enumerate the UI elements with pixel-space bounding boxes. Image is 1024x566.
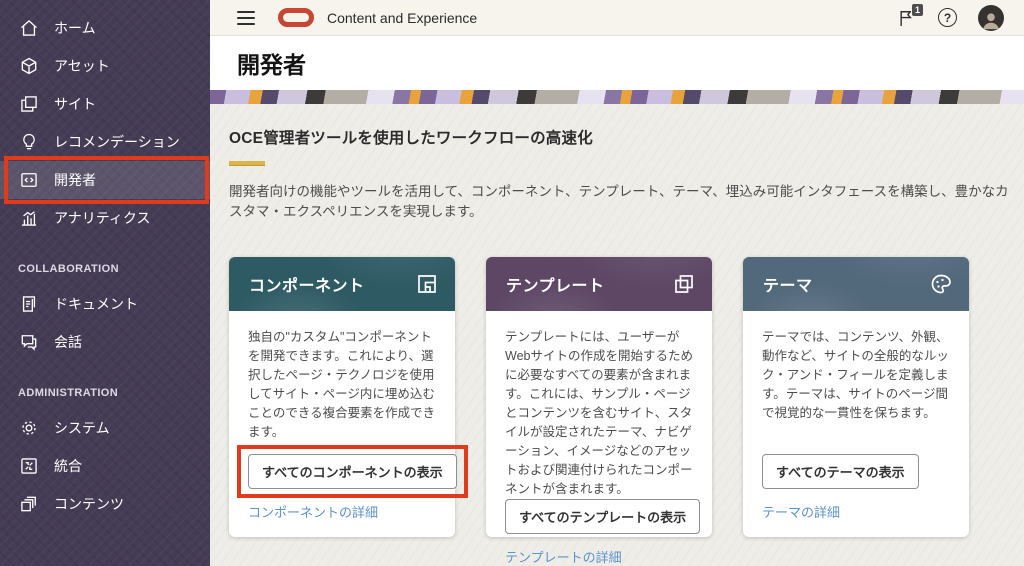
themes-details-link[interactable]: テーマの詳細 (762, 502, 953, 521)
content-area: OCE管理者ツールを使用したワークフローの高速化 開発者向けの機能やツールを活用… (210, 104, 1024, 566)
templates-details-link[interactable]: テンプレートの詳細 (505, 547, 696, 566)
sidebar-main-nav: ホーム アセット サイト レコメンデーション 開発者 (0, 9, 210, 523)
sidebar-section-administration: ADMINISTRATION (0, 387, 210, 399)
sidebar-section-collaboration: COLLABORATION (0, 263, 210, 275)
sidebar-item-system[interactable]: システム (0, 409, 210, 447)
integration-icon (18, 455, 40, 477)
sites-icon (18, 93, 40, 115)
page-title-bar: 開発者 (210, 36, 1024, 90)
sidebar-item-developer[interactable]: 開発者 (0, 161, 210, 199)
card-body: 独自の"カスタム"コンポーネントを開発できます。これにより、選択したページ・テク… (229, 311, 455, 537)
sidebar-item-assets[interactable]: アセット (0, 47, 210, 85)
menu-icon[interactable] (237, 11, 255, 25)
sidebar-item-recommendations[interactable]: レコメンデーション (0, 123, 210, 161)
recommendations-icon (18, 131, 40, 153)
templates-icon (672, 272, 696, 296)
card-button-wrap: すべてのテーマの表示 (762, 454, 919, 489)
sidebar-item-label: アセット (54, 56, 110, 76)
analytics-icon (18, 207, 40, 229)
sidebar-item-documents[interactable]: ドキュメント (0, 285, 210, 323)
card-body: テーマでは、コンテンツ、外観、動作など、サイトの全般的なルック・アンド・フィール… (743, 311, 969, 537)
gold-accent-bar (229, 161, 265, 166)
sidebar-item-sites[interactable]: サイト (0, 85, 210, 123)
card-title: テーマ (763, 272, 813, 296)
card-themes: テーマ テーマでは、コンテンツ、外観、動作など、サイトの全般的なルック・アンド・… (743, 257, 969, 537)
home-icon (18, 17, 40, 39)
show-all-templates-button[interactable]: すべてのテンプレートの表示 (505, 499, 700, 534)
card-body: テンプレートには、ユーザーがWebサイトの作成を開始するために必要なすべての要素… (486, 311, 712, 566)
card-button-wrap: すべてのテンプレートの表示 (505, 499, 700, 534)
assets-icon (18, 55, 40, 77)
sidebar-item-label: サイト (54, 94, 96, 114)
sidebar-item-label: システム (54, 418, 110, 438)
sidebar-item-label: 開発者 (54, 170, 96, 190)
card-title: テンプレート (506, 272, 605, 296)
card-description: 独自の"カスタム"コンポーネントを開発できます。これにより、選択したページ・テク… (248, 328, 439, 442)
sidebar-item-home[interactable]: ホーム (0, 9, 210, 47)
card-components-header: コンポーネント (229, 257, 455, 311)
sidebar: ホーム アセット サイト レコメンデーション 開発者 (0, 0, 210, 566)
sidebar-item-label: コンテンツ (54, 494, 124, 514)
components-icon (415, 272, 439, 296)
section-heading: OCE管理者ツールを使用したワークフローの高速化 (229, 126, 1024, 148)
card-title: コンポーネント (249, 272, 365, 296)
top-bar: Content and Experience 1 ? (210, 0, 1024, 36)
card-templates: テンプレート テンプレートには、ユーザーがWebサイトの作成を開始するために必要… (486, 257, 712, 537)
show-all-components-button[interactable]: すべてのコンポーネントの表示 (248, 454, 457, 489)
app-title: Content and Experience (327, 10, 477, 26)
sidebar-item-label: アナリティクス (54, 208, 150, 228)
sidebar-item-label: ドキュメント (54, 294, 138, 314)
topbar-actions: 1 ? (897, 5, 1004, 31)
help-icon[interactable]: ? (938, 8, 957, 27)
card-description: テンプレートには、ユーザーがWebサイトの作成を開始するために必要なすべての要素… (505, 328, 696, 499)
sidebar-item-content[interactable]: コンテンツ (0, 485, 210, 523)
section-description: 開発者向けの機能やツールを活用して、コンポーネント、テンプレート、テーマ、埋込み… (229, 182, 1015, 221)
decorative-banner (210, 90, 1024, 104)
sidebar-item-label: レコメンデーション (54, 132, 180, 152)
sidebar-item-integration[interactable]: 統合 (0, 447, 210, 485)
sidebar-item-label: 会話 (54, 332, 82, 352)
card-button-wrap: すべてのコンポーネントの表示 (248, 454, 457, 489)
show-all-themes-button[interactable]: すべてのテーマの表示 (762, 454, 919, 489)
card-themes-header: テーマ (743, 257, 969, 311)
themes-icon (929, 272, 953, 296)
conversations-icon (18, 331, 40, 353)
card-description: テーマでは、コンテンツ、外観、動作など、サイトの全般的なルック・アンド・フィール… (762, 328, 953, 423)
sidebar-item-label: ホーム (54, 18, 96, 38)
page-title: 開発者 (237, 46, 306, 80)
sidebar-item-label: 統合 (54, 456, 82, 476)
oracle-logo-icon (278, 8, 314, 27)
developer-icon (18, 169, 40, 191)
card-templates-header: テンプレート (486, 257, 712, 311)
notification-badge: 1 (911, 3, 924, 17)
content-icon (18, 493, 40, 515)
notifications-flag-icon[interactable]: 1 (897, 8, 917, 28)
components-details-link[interactable]: コンポーネントの詳細 (248, 502, 439, 521)
main-area: Content and Experience 1 ? 開発者 OCE管理者ツール… (210, 0, 1024, 566)
documents-icon (18, 293, 40, 315)
sidebar-item-conversations[interactable]: 会話 (0, 323, 210, 361)
avatar[interactable] (978, 5, 1004, 31)
card-components: コンポーネント 独自の"カスタム"コンポーネントを開発できます。これにより、選択… (229, 257, 455, 537)
sidebar-item-analytics[interactable]: アナリティクス (0, 199, 210, 237)
system-icon (18, 417, 40, 439)
cards-row: コンポーネント 独自の"カスタム"コンポーネントを開発できます。これにより、選択… (229, 257, 1024, 537)
